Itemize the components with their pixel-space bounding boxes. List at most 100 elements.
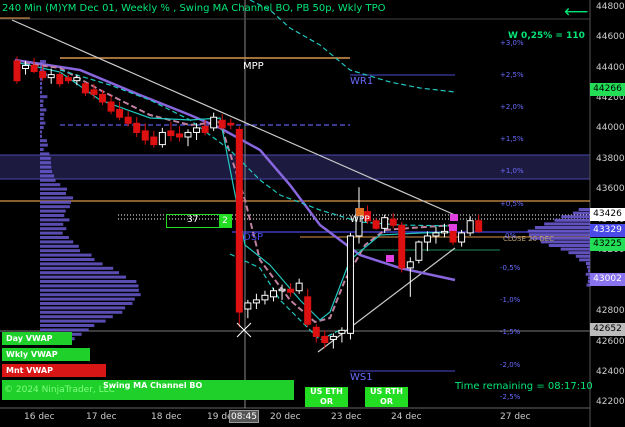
- tpo-left-bar: [40, 236, 69, 239]
- day-vwap-button[interactable]: Day VWAP: [2, 332, 72, 345]
- candle-body: [262, 295, 268, 300]
- tpo-left-bar: [40, 254, 92, 257]
- pct-level-label: -1,5%: [500, 328, 520, 336]
- pct-level-label: -1,0%: [500, 296, 520, 304]
- tpo-left-bar: [40, 108, 46, 111]
- tpo-right-bar: [528, 230, 590, 233]
- mpp-label: MPP: [243, 61, 264, 72]
- tpo-left-bar: [40, 232, 63, 235]
- us-eth-or-tag[interactable]: US ETH OR: [305, 387, 348, 407]
- tpo-right-bar: [561, 248, 590, 251]
- tpo-left-bar: [40, 113, 44, 116]
- tpo-left-bar: [40, 139, 47, 142]
- tpo-left-bar: [40, 122, 45, 125]
- x-tick-label: 23 dec: [331, 412, 362, 422]
- tpo-left-bar: [40, 91, 42, 94]
- pct-level-label: +3,0%: [500, 39, 524, 47]
- wr1-label: WR1: [350, 76, 373, 87]
- tpo-left-bar: [40, 95, 47, 98]
- price-tag: 43426: [590, 208, 625, 221]
- pct-level-label: -2,5%: [500, 393, 520, 401]
- swing-ma-panel[interactable]: © 2024 NinjaTrader, LLC Swing MA Channel…: [2, 380, 294, 400]
- tpo-left-bar: [40, 324, 94, 327]
- candle-body: [288, 289, 294, 292]
- tpo-right-bar: [535, 226, 590, 229]
- candle-body: [407, 262, 413, 268]
- pct-level-label: +2,0%: [500, 103, 524, 111]
- candle-body: [117, 110, 123, 118]
- tpo-left-bar: [40, 320, 106, 323]
- wpp-label: WPP: [350, 215, 370, 225]
- pct-level-label: +1,5%: [500, 135, 524, 143]
- candle-body: [424, 236, 430, 242]
- y-tick-label: 42400: [596, 367, 625, 377]
- candle-body: [476, 221, 482, 232]
- tpo-left-bar: [40, 258, 95, 261]
- magenta-marker: [450, 214, 458, 221]
- candle-body: [339, 330, 345, 333]
- price-tag: 43225: [590, 238, 625, 251]
- x-tick-label: 16 dec: [24, 412, 55, 422]
- magenta-marker: [449, 224, 457, 231]
- mnt-vwap-button[interactable]: Mnt VWAP: [2, 364, 106, 377]
- candle-body: [31, 65, 37, 71]
- copyright-text: © 2024 NinjaTrader, LLC: [4, 385, 115, 395]
- candle-body: [228, 123, 234, 125]
- candle-body: [151, 137, 157, 145]
- y-tick-label: 42200: [596, 397, 625, 407]
- candle-body: [253, 300, 259, 303]
- candle-body: [382, 218, 388, 229]
- x-tick-label: 24 dec: [391, 412, 422, 422]
- tpo-left-bar: [40, 126, 44, 129]
- tpo-right-bar: [549, 244, 590, 247]
- counter-box: 37 2: [166, 214, 232, 228]
- candle-body: [459, 233, 465, 242]
- tpo-right-bar: [586, 262, 590, 265]
- tpo-left-bar: [40, 183, 60, 186]
- x-tick-label: 27 dec: [500, 412, 531, 422]
- tpo-right-bar: [579, 208, 590, 211]
- tpo-left-bar: [40, 170, 52, 173]
- price-plot[interactable]: [0, 0, 625, 427]
- tpo-left-bar: [40, 210, 66, 213]
- chart-window[interactable]: 240 Min (M)YM Dec 01, Weekly % , Swing M…: [0, 0, 625, 427]
- y-tick-label: 42800: [596, 306, 625, 316]
- tpo-left-bar: [40, 161, 51, 164]
- tpo-left-bar: [40, 240, 73, 243]
- y-tick-label: 44600: [596, 32, 625, 42]
- tpo-left-bar: [40, 135, 42, 138]
- tpo-left-bar: [40, 280, 136, 283]
- tpo-right-bar: [579, 258, 590, 261]
- tpo-right-bar: [568, 251, 590, 254]
- candle-body: [74, 78, 80, 81]
- tpo-left-bar: [40, 100, 43, 103]
- counter-badge: 2: [219, 215, 231, 227]
- candle-body: [134, 123, 140, 132]
- tpo-left-bar: [40, 179, 56, 182]
- tpo-left-bar: [40, 284, 139, 287]
- tpo-left-bar: [40, 276, 126, 279]
- pct-level-label: -2,0%: [500, 361, 520, 369]
- tpo-right-bar: [561, 215, 590, 218]
- back-arrow-icon[interactable]: ⟵: [564, 2, 588, 22]
- candle-body: [65, 78, 71, 81]
- tpo-left-bar: [40, 82, 42, 85]
- candle-body: [168, 131, 174, 136]
- y-tick-label: 43600: [596, 184, 625, 194]
- time-remaining: Time remaining = 08:17:10: [455, 381, 593, 392]
- price-tag: 43329: [590, 224, 625, 237]
- x-tick-label: 18 dec: [151, 412, 182, 422]
- tpo-left-bar: [40, 293, 141, 296]
- candle-body: [194, 128, 200, 133]
- us-rth-or-tag[interactable]: US RTH OR: [365, 387, 408, 407]
- wkly-vwap-button[interactable]: Wkly VWAP: [2, 348, 90, 361]
- pct-level-label: +2,5%: [500, 71, 524, 79]
- tpo-left-bar: [40, 249, 80, 252]
- candle-body: [390, 219, 396, 225]
- x-tick-label: 17 dec: [86, 412, 117, 422]
- tpo-left-bar: [40, 174, 54, 177]
- tpo-left-bar: [40, 157, 51, 160]
- candle-body: [467, 221, 473, 233]
- ws1-label: WS1: [350, 372, 373, 383]
- tpo-left-bar: [40, 144, 48, 147]
